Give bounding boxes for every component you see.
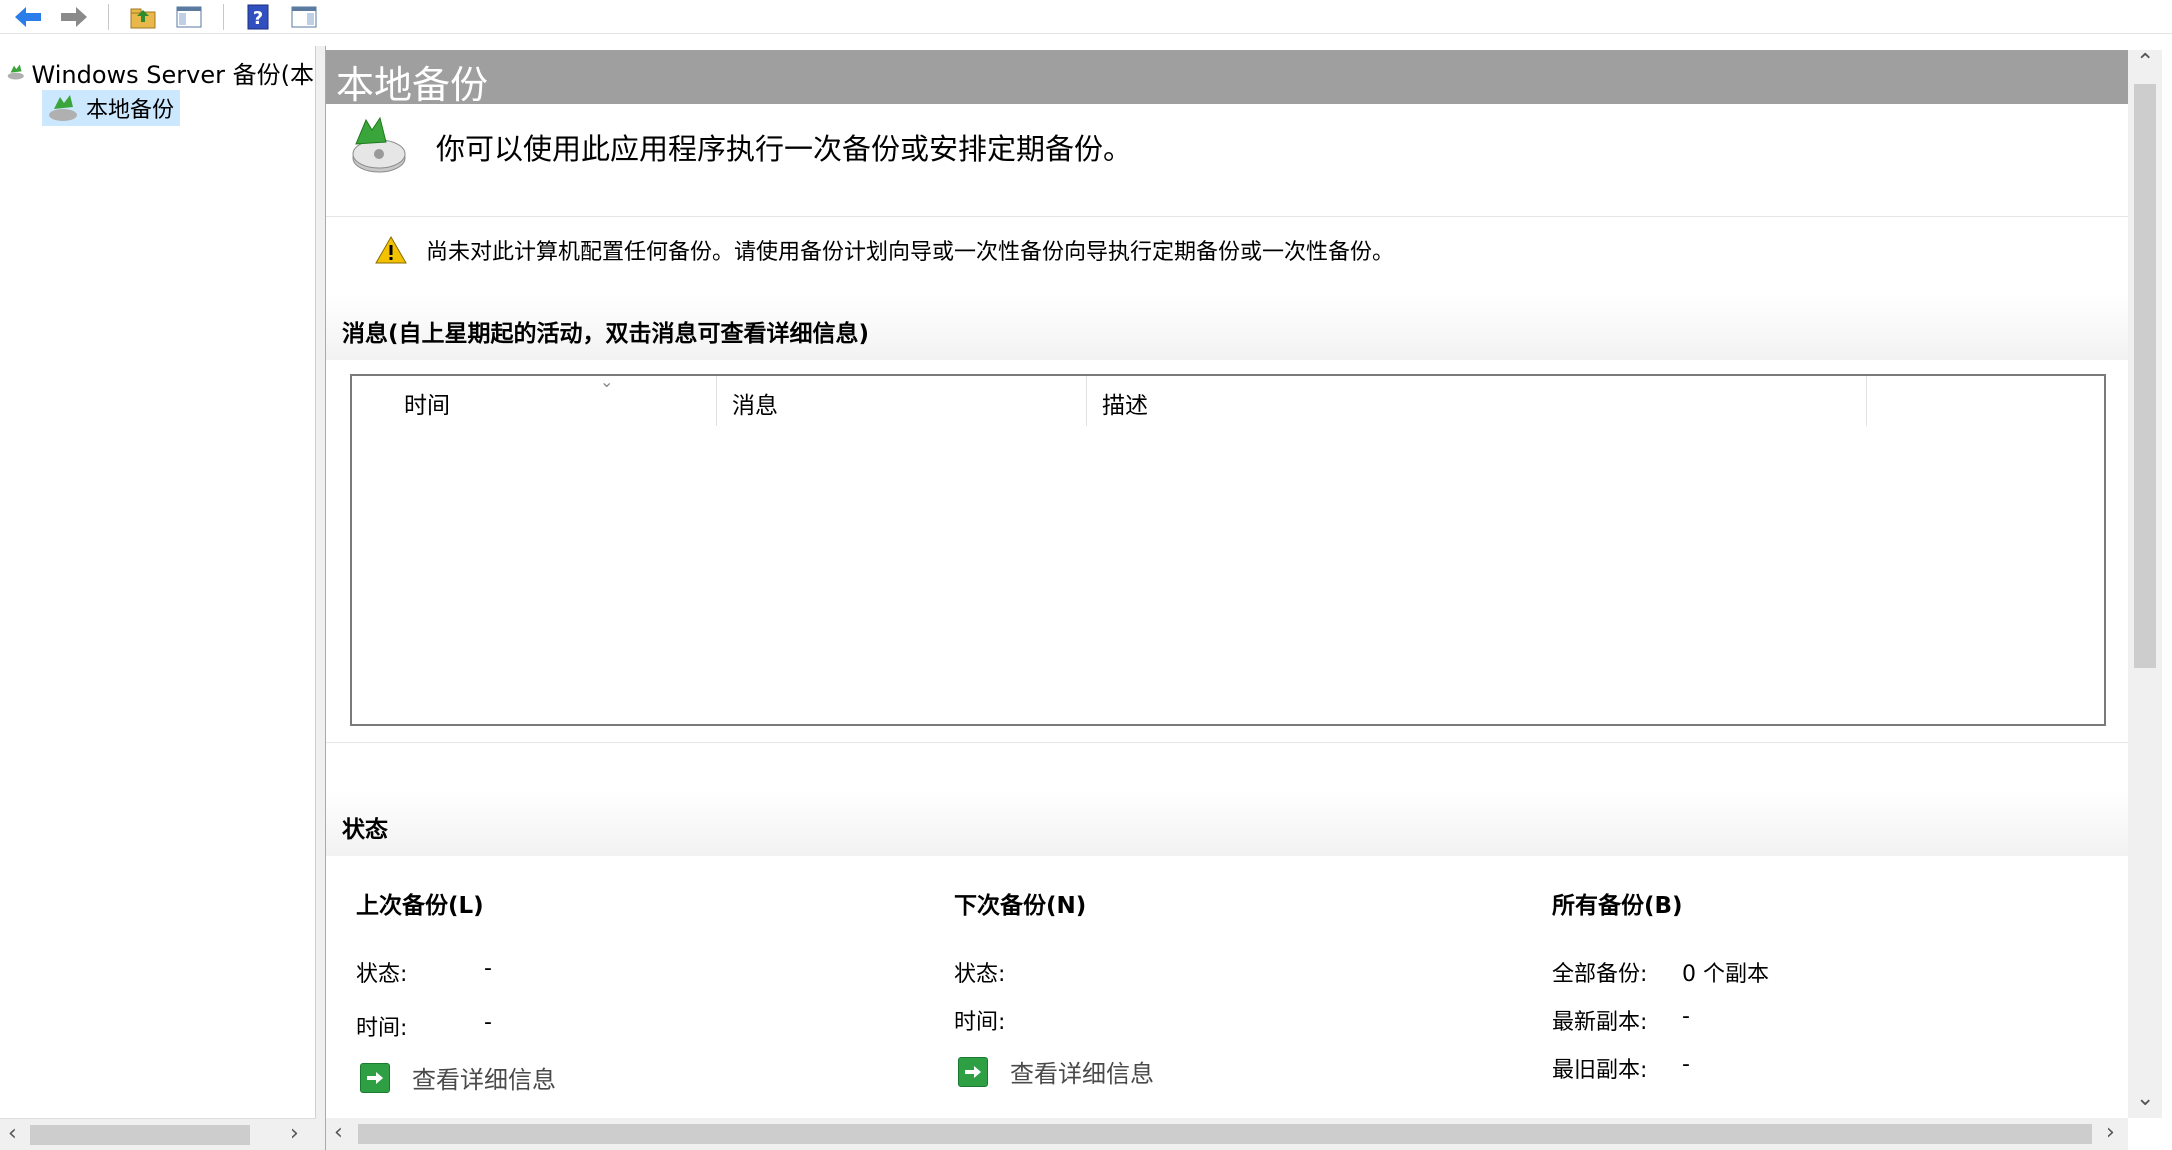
intro-text: 你可以使用此应用程序执行一次备份或安排定期备份。 xyxy=(436,132,1133,166)
svg-text:?: ? xyxy=(253,8,263,29)
scroll-left-icon[interactable]: ‹ xyxy=(8,1121,17,1146)
tree-item-local-backup[interactable]: 本地备份 xyxy=(42,90,181,126)
help-icon[interactable]: ? xyxy=(238,1,278,33)
up-folder-icon[interactable] xyxy=(123,1,163,33)
divider xyxy=(326,742,2128,743)
sort-chevron-icon: ⌄ xyxy=(600,372,614,391)
status-section-header: 状态 xyxy=(326,790,2128,856)
all-backups-oldest-value: - xyxy=(1682,1052,1690,1077)
show-hide-console-tree-icon[interactable] xyxy=(169,1,209,33)
warning-banner: 尚未对此计算机配置任何备份。请使用备份计划向导或一次性备份向导执行定期备份或一次… xyxy=(374,234,1394,266)
show-hide-action-pane-icon[interactable] xyxy=(284,1,324,33)
last-backup-panel: 上次备份(L) 状态: - 时间: - 查看详细信息 xyxy=(356,886,916,1094)
all-backups-heading: 所有备份(B) xyxy=(1552,893,1683,919)
console-tree: Windows Server 备份(本 本地备份 xyxy=(0,46,316,1118)
column-header-message[interactable]: 消息 xyxy=(732,376,778,426)
scroll-right-icon[interactable]: › xyxy=(2106,1120,2115,1145)
scroll-left-icon[interactable]: ‹ xyxy=(334,1120,343,1145)
last-backup-details-link[interactable]: 查看详细信息 xyxy=(360,1060,556,1095)
tree-root-label: Windows Server 备份(本 xyxy=(31,60,314,89)
tree-child-label: 本地备份 xyxy=(86,98,175,123)
all-backups-total-value: 0 个副本 xyxy=(1682,962,1769,987)
last-backup-heading: 上次备份(L) xyxy=(356,893,484,919)
last-backup-time-label: 时间: xyxy=(356,1016,408,1041)
column-separator[interactable] xyxy=(1086,376,1087,426)
tree-item-windows-server-backup[interactable]: Windows Server 备份(本 xyxy=(6,54,314,90)
pane-splitter[interactable] xyxy=(316,46,326,1150)
last-backup-status-label: 状态: xyxy=(356,962,408,987)
arrow-right-icon xyxy=(360,1062,390,1093)
arrow-right-icon xyxy=(958,1056,988,1087)
page-title-bar: 本地备份 xyxy=(326,50,2128,107)
back-arrow-icon[interactable] xyxy=(8,1,48,33)
vertical-scrollbar[interactable]: ⌃ ⌄ xyxy=(2128,50,2162,1118)
toolbar-separator xyxy=(108,3,109,30)
warning-icon xyxy=(375,235,407,264)
last-backup-time-value: - xyxy=(484,1010,492,1035)
scroll-thumb[interactable] xyxy=(30,1125,250,1145)
messages-table[interactable]: 时间 ⌄ 消息 描述 xyxy=(350,372,2106,726)
scroll-up-icon[interactable]: ⌃ xyxy=(2136,50,2154,75)
warning-text: 尚未对此计算机配置任何备份。请使用备份计划向导或一次性备份向导执行定期备份或一次… xyxy=(426,240,1395,265)
status-section-title: 状态 xyxy=(342,817,388,843)
all-backups-latest-value: - xyxy=(1682,1004,1690,1029)
tree-horizontal-scrollbar[interactable]: ‹ › xyxy=(0,1118,316,1150)
all-backups-oldest-label: 最旧副本: xyxy=(1552,1058,1648,1083)
messages-section-title: 消息(自上星期起的活动，双击消息可查看详细信息) xyxy=(342,321,870,347)
column-header-time[interactable]: 时间 ⌄ xyxy=(404,372,613,426)
next-backup-status-label: 状态: xyxy=(954,962,1006,987)
page-title: 本地备份 xyxy=(336,63,489,107)
divider xyxy=(326,216,2128,217)
next-backup-heading: 下次备份(N) xyxy=(954,893,1087,919)
next-backup-time-label: 时间: xyxy=(954,1010,1006,1035)
last-backup-status-value: - xyxy=(484,956,492,981)
scroll-right-icon[interactable]: › xyxy=(290,1121,299,1146)
scroll-thumb[interactable] xyxy=(358,1124,2092,1144)
column-separator[interactable] xyxy=(1866,376,1867,426)
backup-icon xyxy=(7,64,24,80)
toolbar-separator xyxy=(223,3,224,30)
backup-icon xyxy=(352,116,406,173)
all-backups-total-label: 全部备份: xyxy=(1552,962,1648,987)
messages-section-header: 消息(自上星期起的活动，双击消息可查看详细信息) xyxy=(326,294,2128,360)
horizontal-scrollbar[interactable]: ‹ › xyxy=(326,1118,2128,1150)
scroll-down-icon[interactable]: ⌄ xyxy=(2136,1086,2154,1111)
forward-arrow-icon[interactable] xyxy=(54,1,94,33)
toolbar: ? xyxy=(0,0,2172,34)
next-backup-details-link[interactable]: 查看详细信息 xyxy=(958,1054,1154,1089)
main-content: 本地备份 你可以使用此应用程序执行一次备份或安排定期备份。 尚未对此计算机配置任… xyxy=(326,50,2128,1118)
all-backups-latest-label: 最新副本: xyxy=(1552,1010,1648,1035)
column-header-description[interactable]: 描述 xyxy=(1102,376,1148,426)
intro: 你可以使用此应用程序执行一次备份或安排定期备份。 xyxy=(346,114,1132,180)
backup-icon xyxy=(49,95,77,121)
scroll-thumb[interactable] xyxy=(2134,84,2156,668)
next-backup-panel: 下次备份(N) 状态: 时间: 查看详细信息 xyxy=(954,886,1514,1088)
column-separator[interactable] xyxy=(716,376,717,426)
all-backups-panel: 所有备份(B) 全部备份: 0 个副本 最新副本: - 最旧副本: - xyxy=(1552,886,2112,1083)
